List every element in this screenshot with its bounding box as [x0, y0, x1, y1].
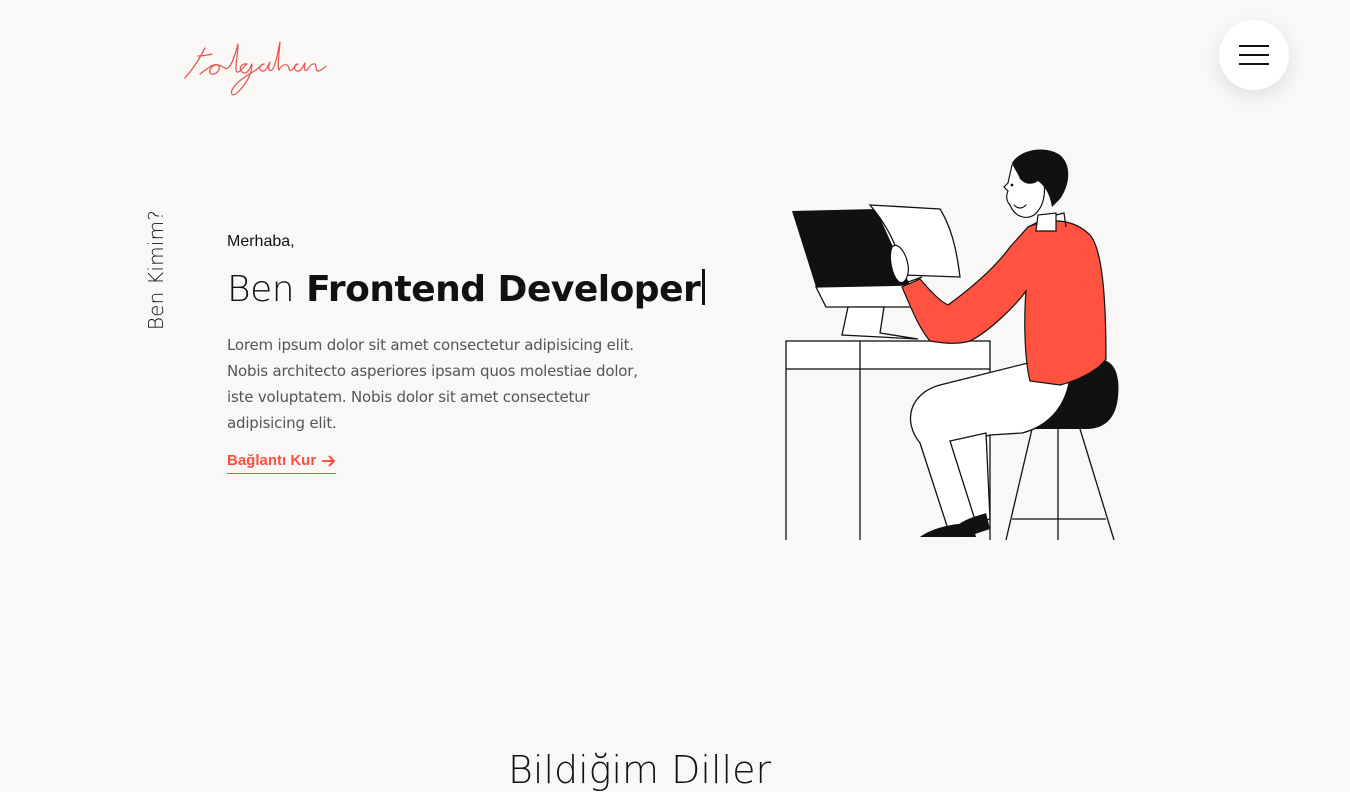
hero-description: Lorem ipsum dolor sit amet consectetur a… [227, 336, 638, 432]
contact-link-label: Bağlantı Kur [227, 452, 317, 469]
typing-cursor [702, 269, 706, 305]
developer-illustration [785, 149, 1119, 540]
signature-logo [184, 41, 327, 96]
menu-button[interactable] [1219, 20, 1289, 90]
greeting-text: Merhaba, [227, 233, 295, 250]
headline-prefix: Ben [227, 269, 295, 310]
contact-link[interactable]: Bağlantı Kur [227, 452, 337, 474]
arrow-right-icon [322, 455, 336, 466]
hero-headline: Ben Frontend Developer [227, 266, 706, 314]
side-label: Ben Kimim? [144, 209, 168, 331]
headline-role: Frontend Developer [306, 269, 701, 310]
logo[interactable] [180, 30, 330, 100]
hamburger-icon [1239, 45, 1269, 65]
section-title-partial: Bildiğim Diller [508, 748, 772, 792]
